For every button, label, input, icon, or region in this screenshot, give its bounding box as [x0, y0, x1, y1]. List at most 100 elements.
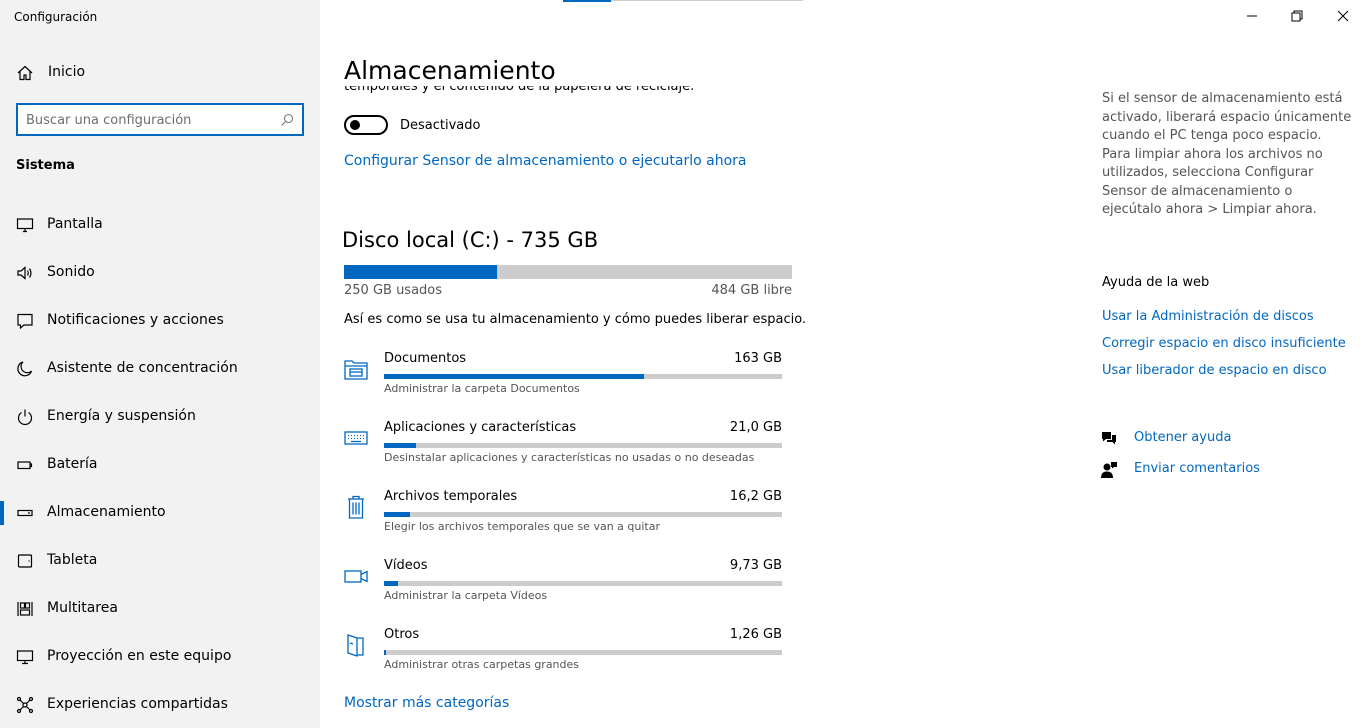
clipped-description: temporales y el contenido de la papelera… — [344, 86, 744, 104]
sidebar: Configuración Inicio Sistema Pantalla So… — [0, 0, 320, 728]
toggle-label: Desactivado — [400, 118, 481, 133]
help-link-disk-management[interactable]: Usar la Administración de discos — [1102, 309, 1314, 324]
documents-folder-icon — [344, 360, 368, 380]
storage-sense-info: Si el sensor de almacenamiento está acti… — [1102, 91, 1352, 217]
sidebar-item-energia[interactable]: Energía y suspensión — [0, 397, 320, 437]
sidebar-item-experiencias[interactable]: Experiencias compartidas — [0, 685, 320, 725]
nav-home[interactable]: Inicio — [0, 60, 320, 86]
search-input[interactable] — [26, 111, 266, 129]
sidebar-item-label: Pantalla — [47, 216, 103, 232]
sidebar-item-label: Sonido — [47, 264, 95, 280]
restore-icon[interactable] — [1287, 6, 1307, 26]
sidebar-item-label: Almacenamiento — [47, 504, 166, 520]
category-bar — [384, 443, 782, 448]
sidebar-item-asistente[interactable]: Asistente de concentración — [0, 349, 320, 389]
top-scroll-indicator — [563, 0, 803, 2]
sidebar-item-tableta[interactable]: Tableta — [0, 541, 320, 581]
minimize-icon[interactable] — [1242, 6, 1262, 26]
disk-title: Disco local (C:) - 735 GB — [342, 228, 599, 252]
close-icon[interactable] — [1333, 6, 1353, 26]
sidebar-item-label: Notificaciones y acciones — [47, 312, 224, 328]
help-link-disk-cleanup[interactable]: Usar liberador de espacio en disco — [1102, 363, 1327, 378]
category-bar — [384, 512, 782, 517]
disk-usage-bar — [344, 265, 792, 279]
active-indicator — [0, 501, 4, 525]
category-bar-fill — [384, 374, 644, 379]
clipped-description-text: temporales y el contenido de la papelera… — [344, 86, 695, 94]
category-name: Documentos — [384, 351, 467, 366]
sidebar-item-multitarea[interactable]: Multitarea — [0, 589, 320, 629]
other-folder-icon — [347, 634, 364, 657]
category-bar-fill — [384, 581, 398, 586]
video-camera-icon — [344, 570, 368, 583]
sidebar-item-label: Energía y suspensión — [47, 408, 196, 424]
nav-home-label: Inicio — [48, 64, 86, 80]
category-sub: Administrar la carpeta Documentos — [384, 382, 580, 395]
sidebar-item-label: Proyección en este equipo — [47, 648, 232, 664]
category-sub: Desinstalar aplicaciones y característic… — [384, 451, 755, 464]
sidebar-item-almacenamiento[interactable]: Almacenamiento — [0, 493, 320, 533]
category-size: 9,73 GB — [729, 558, 782, 573]
help-link-low-disk-space[interactable]: Corregir espacio en disco insuficiente — [1102, 336, 1346, 351]
projection-icon — [16, 650, 34, 665]
sidebar-item-sonido[interactable]: Sonido — [0, 253, 320, 293]
category-otros[interactable]: Otros 1,26 GB Administrar otras carpetas… — [340, 625, 790, 685]
disk-used-label: 250 GB usados — [344, 283, 443, 298]
category-sub: Administrar otras carpetas grandes — [384, 658, 580, 671]
category-bar — [384, 581, 782, 586]
category-size: 163 GB — [734, 351, 782, 366]
share-icon — [16, 696, 34, 714]
category-name: Archivos temporales — [384, 489, 518, 504]
sidebar-item-label: Asistente de concentración — [47, 360, 238, 376]
disk-free-label: 484 GB libre — [711, 283, 792, 298]
show-more-categories-link[interactable]: Mostrar más categorías — [344, 695, 509, 711]
multitask-icon — [17, 602, 33, 616]
category-bar-fill — [384, 650, 386, 655]
usage-description: Así es como se usa tu almacenamiento y c… — [344, 312, 807, 327]
top-scroll-segment — [563, 0, 611, 2]
feedback-row[interactable]: Enviar comentarios — [1100, 459, 1320, 481]
section-label: Sistema — [16, 158, 75, 173]
category-size: 1,26 GB — [729, 627, 782, 642]
sidebar-item-label: Batería — [47, 456, 98, 472]
get-help-row[interactable]: Obtener ayuda — [1100, 428, 1320, 450]
monitor-icon — [16, 218, 34, 233]
sidebar-item-label: Experiencias compartidas — [47, 696, 228, 712]
sidebar-item-notificaciones[interactable]: Notificaciones y acciones — [0, 301, 320, 341]
search-box[interactable] — [16, 103, 304, 136]
sidebar-item-pantalla[interactable]: Pantalla — [0, 205, 320, 245]
sidebar-item-proyeccion[interactable]: Proyección en este equipo — [0, 637, 320, 677]
get-help-link[interactable]: Obtener ayuda — [1134, 430, 1231, 445]
storage-sense-toggle[interactable] — [344, 115, 388, 135]
category-bar — [384, 650, 782, 655]
category-name: Aplicaciones y características — [384, 420, 577, 435]
tablet-icon — [17, 554, 33, 568]
category-temporales[interactable]: Archivos temporales 16,2 GB Elegir los a… — [340, 487, 790, 547]
disk-usage-fill — [344, 265, 498, 279]
sidebar-item-label: Tableta — [47, 552, 98, 568]
category-aplicaciones[interactable]: Aplicaciones y características 21,0 GB D… — [340, 418, 790, 478]
category-name: Otros — [384, 627, 420, 642]
category-bar-fill — [384, 443, 416, 448]
app-title: Configuración — [14, 10, 98, 24]
feedback-link[interactable]: Enviar comentarios — [1134, 461, 1260, 476]
configure-storage-sense-link[interactable]: Configurar Sensor de almacenamiento o ej… — [344, 153, 746, 169]
keyboard-icon — [344, 431, 368, 445]
moon-icon — [17, 361, 33, 377]
category-sub: Elegir los archivos temporales que se va… — [384, 520, 660, 533]
speaker-icon — [17, 266, 32, 280]
category-videos[interactable]: Vídeos 9,73 GB Administrar la carpeta Ví… — [340, 556, 790, 616]
category-documentos[interactable]: Documentos 163 GB Administrar la carpeta… — [340, 349, 790, 409]
category-bar-fill — [384, 512, 410, 517]
home-icon — [17, 65, 33, 81]
search-icon[interactable] — [280, 113, 294, 127]
chat-help-icon — [1102, 432, 1116, 445]
category-sub: Administrar la carpeta Vídeos — [384, 589, 548, 602]
notification-icon — [17, 313, 33, 330]
page-title: Almacenamiento — [344, 56, 556, 85]
category-size: 21,0 GB — [729, 420, 782, 435]
battery-icon — [17, 461, 33, 470]
feedback-icon — [1101, 462, 1117, 478]
category-bar — [384, 374, 782, 379]
sidebar-item-bateria[interactable]: Batería — [0, 445, 320, 485]
